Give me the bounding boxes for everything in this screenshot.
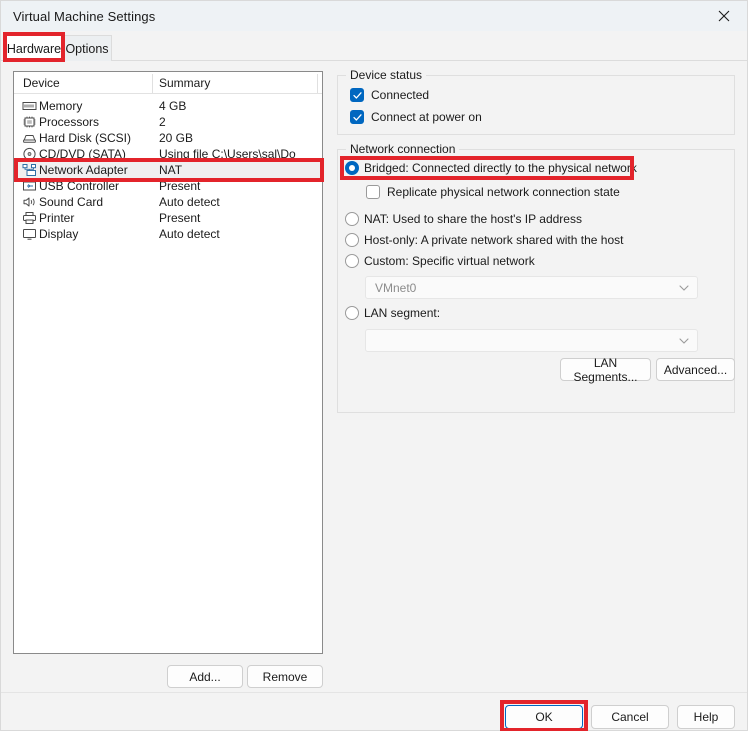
radio-nat-label: NAT: Used to share the host's IP address bbox=[364, 212, 582, 226]
device-name: CD/DVD (SATA) bbox=[39, 147, 126, 161]
device-row-memory[interactable]: Memory 4 GB bbox=[14, 98, 322, 114]
tab-hardware[interactable]: Hardware bbox=[6, 35, 62, 61]
device-name: USB Controller bbox=[39, 179, 120, 193]
device-summary: 20 GB bbox=[159, 131, 194, 145]
device-summary: 2 bbox=[159, 115, 166, 129]
column-divider-right bbox=[317, 74, 318, 93]
column-divider bbox=[152, 74, 153, 93]
device-name: Network Adapter bbox=[39, 163, 128, 177]
device-row-processors[interactable]: Processors 2 bbox=[14, 114, 322, 130]
device-name: Memory bbox=[39, 99, 83, 113]
network-connection-title: Network connection bbox=[346, 142, 460, 156]
network-adapter-icon bbox=[22, 164, 36, 176]
checkbox-connect-at-power-on-box[interactable] bbox=[350, 110, 364, 124]
device-row-usb-controller[interactable]: USB Controller Present bbox=[14, 178, 322, 194]
display-icon bbox=[23, 229, 36, 240]
custom-network-combobox[interactable]: VMnet0 bbox=[365, 276, 698, 299]
radio-custom-label: Custom: Specific virtual network bbox=[364, 254, 535, 268]
close-icon[interactable] bbox=[701, 1, 747, 31]
device-summary: Using file C:\Users\sal\Do bbox=[159, 147, 296, 161]
checkbox-connected-label: Connected bbox=[371, 88, 430, 102]
radio-bridged-box[interactable] bbox=[345, 161, 359, 175]
radio-bridged[interactable]: Bridged: Connected directly to the physi… bbox=[345, 161, 637, 175]
device-summary: Present bbox=[159, 211, 201, 225]
usb-controller-icon bbox=[23, 181, 36, 191]
radio-lan-segment[interactable]: LAN segment: bbox=[345, 306, 440, 320]
title-bar: Virtual Machine Settings bbox=[1, 1, 747, 31]
checkbox-replicate-state-box[interactable] bbox=[366, 185, 380, 199]
remove-button[interactable]: Remove bbox=[247, 665, 323, 688]
device-summary: 4 GB bbox=[159, 99, 187, 113]
printer-icon bbox=[23, 212, 36, 224]
device-summary: Auto detect bbox=[159, 195, 220, 209]
sound-card-icon bbox=[23, 197, 35, 207]
checkbox-connected-box[interactable] bbox=[350, 88, 364, 102]
settings-panel: Device status Connected Connect at power… bbox=[337, 67, 735, 413]
cd-dvd-icon bbox=[23, 147, 36, 161]
device-row-sound-card[interactable]: Sound Card Auto detect bbox=[14, 194, 322, 210]
radio-host-only-box[interactable] bbox=[345, 233, 359, 247]
tab-hardware-label: Hardware bbox=[6, 41, 62, 56]
add-button[interactable]: Add... bbox=[167, 665, 243, 688]
tab-options-label: Options bbox=[65, 41, 109, 56]
lan-segments-button[interactable]: LAN Segments... bbox=[560, 356, 651, 384]
column-header-device: Device bbox=[23, 76, 60, 90]
radio-custom[interactable]: Custom: Specific virtual network bbox=[345, 254, 535, 268]
tab-options[interactable]: Options bbox=[62, 35, 112, 61]
chevron-down-icon bbox=[679, 337, 689, 344]
device-row-network-adapter[interactable]: Network Adapter NAT bbox=[14, 162, 322, 178]
cancel-button[interactable]: Cancel bbox=[591, 705, 669, 729]
chevron-down-icon bbox=[679, 284, 689, 291]
checkbox-connected[interactable]: Connected bbox=[350, 88, 429, 102]
radio-lan-segment-label: LAN segment: bbox=[364, 306, 441, 320]
device-status-group: Device status Connected Connect at power… bbox=[337, 68, 735, 135]
device-summary: Auto detect bbox=[159, 227, 220, 241]
device-summary: Present bbox=[159, 179, 201, 193]
custom-network-value: VMnet0 bbox=[375, 280, 417, 295]
device-row-hard-disk[interactable]: Hard Disk (SCSI) 20 GB bbox=[14, 130, 322, 146]
memory-icon bbox=[22, 102, 37, 110]
tab-strip: Hardware Options bbox=[1, 31, 747, 61]
radio-host-only[interactable]: Host-only: A private network shared with… bbox=[345, 233, 623, 247]
device-list-header: Device Summary bbox=[14, 72, 322, 94]
device-row-printer[interactable]: Printer Present bbox=[14, 210, 322, 226]
lan-segment-combobox[interactable] bbox=[365, 329, 698, 352]
device-name: Processors bbox=[39, 115, 100, 129]
radio-host-only-label: Host-only: A private network shared with… bbox=[364, 233, 624, 247]
checkbox-connect-at-power-on-label: Connect at power on bbox=[371, 110, 482, 124]
window-title: Virtual Machine Settings bbox=[13, 8, 156, 24]
help-button[interactable]: Help bbox=[677, 705, 735, 729]
device-row-display[interactable]: Display Auto detect bbox=[14, 226, 322, 242]
radio-nat[interactable]: NAT: Used to share the host's IP address bbox=[345, 212, 582, 226]
checkbox-replicate-state[interactable]: Replicate physical network connection st… bbox=[366, 185, 620, 199]
column-header-summary: Summary bbox=[159, 76, 211, 90]
device-name: Hard Disk (SCSI) bbox=[39, 131, 132, 145]
checkbox-replicate-state-label: Replicate physical network connection st… bbox=[387, 185, 620, 199]
device-name: Display bbox=[39, 227, 79, 241]
check-icon bbox=[352, 91, 362, 99]
vm-settings-window: Virtual Machine Settings Hardware Option… bbox=[0, 0, 748, 731]
device-summary: NAT bbox=[159, 163, 183, 177]
ok-button[interactable]: OK bbox=[505, 705, 583, 729]
radio-lan-segment-box[interactable] bbox=[345, 306, 359, 320]
check-icon bbox=[352, 113, 362, 121]
device-list-panel[interactable]: Device Summary Memory 4 GB Processors 2 … bbox=[13, 71, 323, 654]
device-row-cd-dvd[interactable]: CD/DVD (SATA) Using file C:\Users\sal\Do bbox=[14, 146, 322, 162]
advanced-button[interactable]: Advanced... bbox=[656, 358, 735, 381]
radio-bridged-label: Bridged: Connected directly to the physi… bbox=[364, 161, 637, 175]
hard-disk-icon bbox=[23, 135, 36, 143]
radio-custom-box[interactable] bbox=[345, 254, 359, 268]
processor-icon bbox=[23, 116, 36, 128]
device-status-title: Device status bbox=[346, 68, 427, 82]
checkbox-connect-at-power-on[interactable]: Connect at power on bbox=[350, 110, 482, 124]
radio-nat-box[interactable] bbox=[345, 212, 359, 226]
device-name: Sound Card bbox=[39, 195, 104, 209]
device-name: Printer bbox=[39, 211, 75, 225]
